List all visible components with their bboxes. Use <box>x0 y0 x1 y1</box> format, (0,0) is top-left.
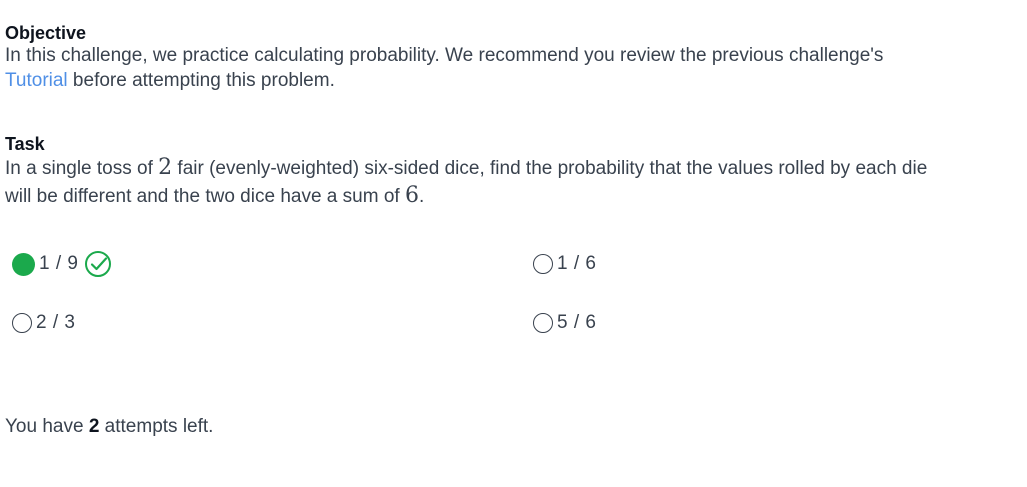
sum-value: 6 <box>404 183 419 208</box>
objective-line-1: In this challenge, we practice calculati… <box>5 45 884 66</box>
option-1-label: 1 / 9 <box>39 253 79 274</box>
attempts-suffix: attempts left. <box>99 416 214 437</box>
dice-count: 2 <box>158 155 173 180</box>
task-line-1-b: fair (evenly-weighted) six-sided dice, f… <box>172 158 928 179</box>
check-circle-icon <box>85 251 112 277</box>
option-3-label: 2 / 3 <box>36 312 76 333</box>
task-title: Task <box>5 134 45 154</box>
task-line-2-b: . <box>418 186 425 207</box>
task-line-1-a: In a single toss of <box>5 158 159 179</box>
objective-line-2: Tutorial before attempting this problem. <box>5 68 335 93</box>
option-2[interactable]: 1 / 6 <box>533 251 596 277</box>
option-3[interactable]: 2 / 3 <box>12 310 75 336</box>
radio-unselected[interactable] <box>533 254 553 274</box>
option-4-label: 5 / 6 <box>557 312 597 333</box>
option-1[interactable]: 1 / 9 <box>12 251 112 277</box>
radio-unselected[interactable] <box>12 313 32 333</box>
option-4[interactable]: 5 / 6 <box>533 310 596 336</box>
task-line-2: will be different and the two dice have … <box>5 183 424 209</box>
objective-title: Objective <box>5 23 87 43</box>
task-line-2-a: will be different and the two dice have … <box>5 186 405 207</box>
objective-line-2-text: before attempting this problem. <box>67 70 335 91</box>
radio-selected[interactable] <box>12 252 35 276</box>
radio-unselected[interactable] <box>533 313 553 333</box>
attempts-left-text: You have 2 attempts left. <box>5 414 213 439</box>
attempts-prefix: You have <box>5 416 89 437</box>
task-line-1: In a single toss of 2 fair (evenly-weigh… <box>5 155 927 181</box>
option-2-label: 1 / 6 <box>557 253 597 274</box>
tutorial-link[interactable]: Tutorial <box>5 70 68 91</box>
attempts-count: 2 <box>88 416 100 437</box>
